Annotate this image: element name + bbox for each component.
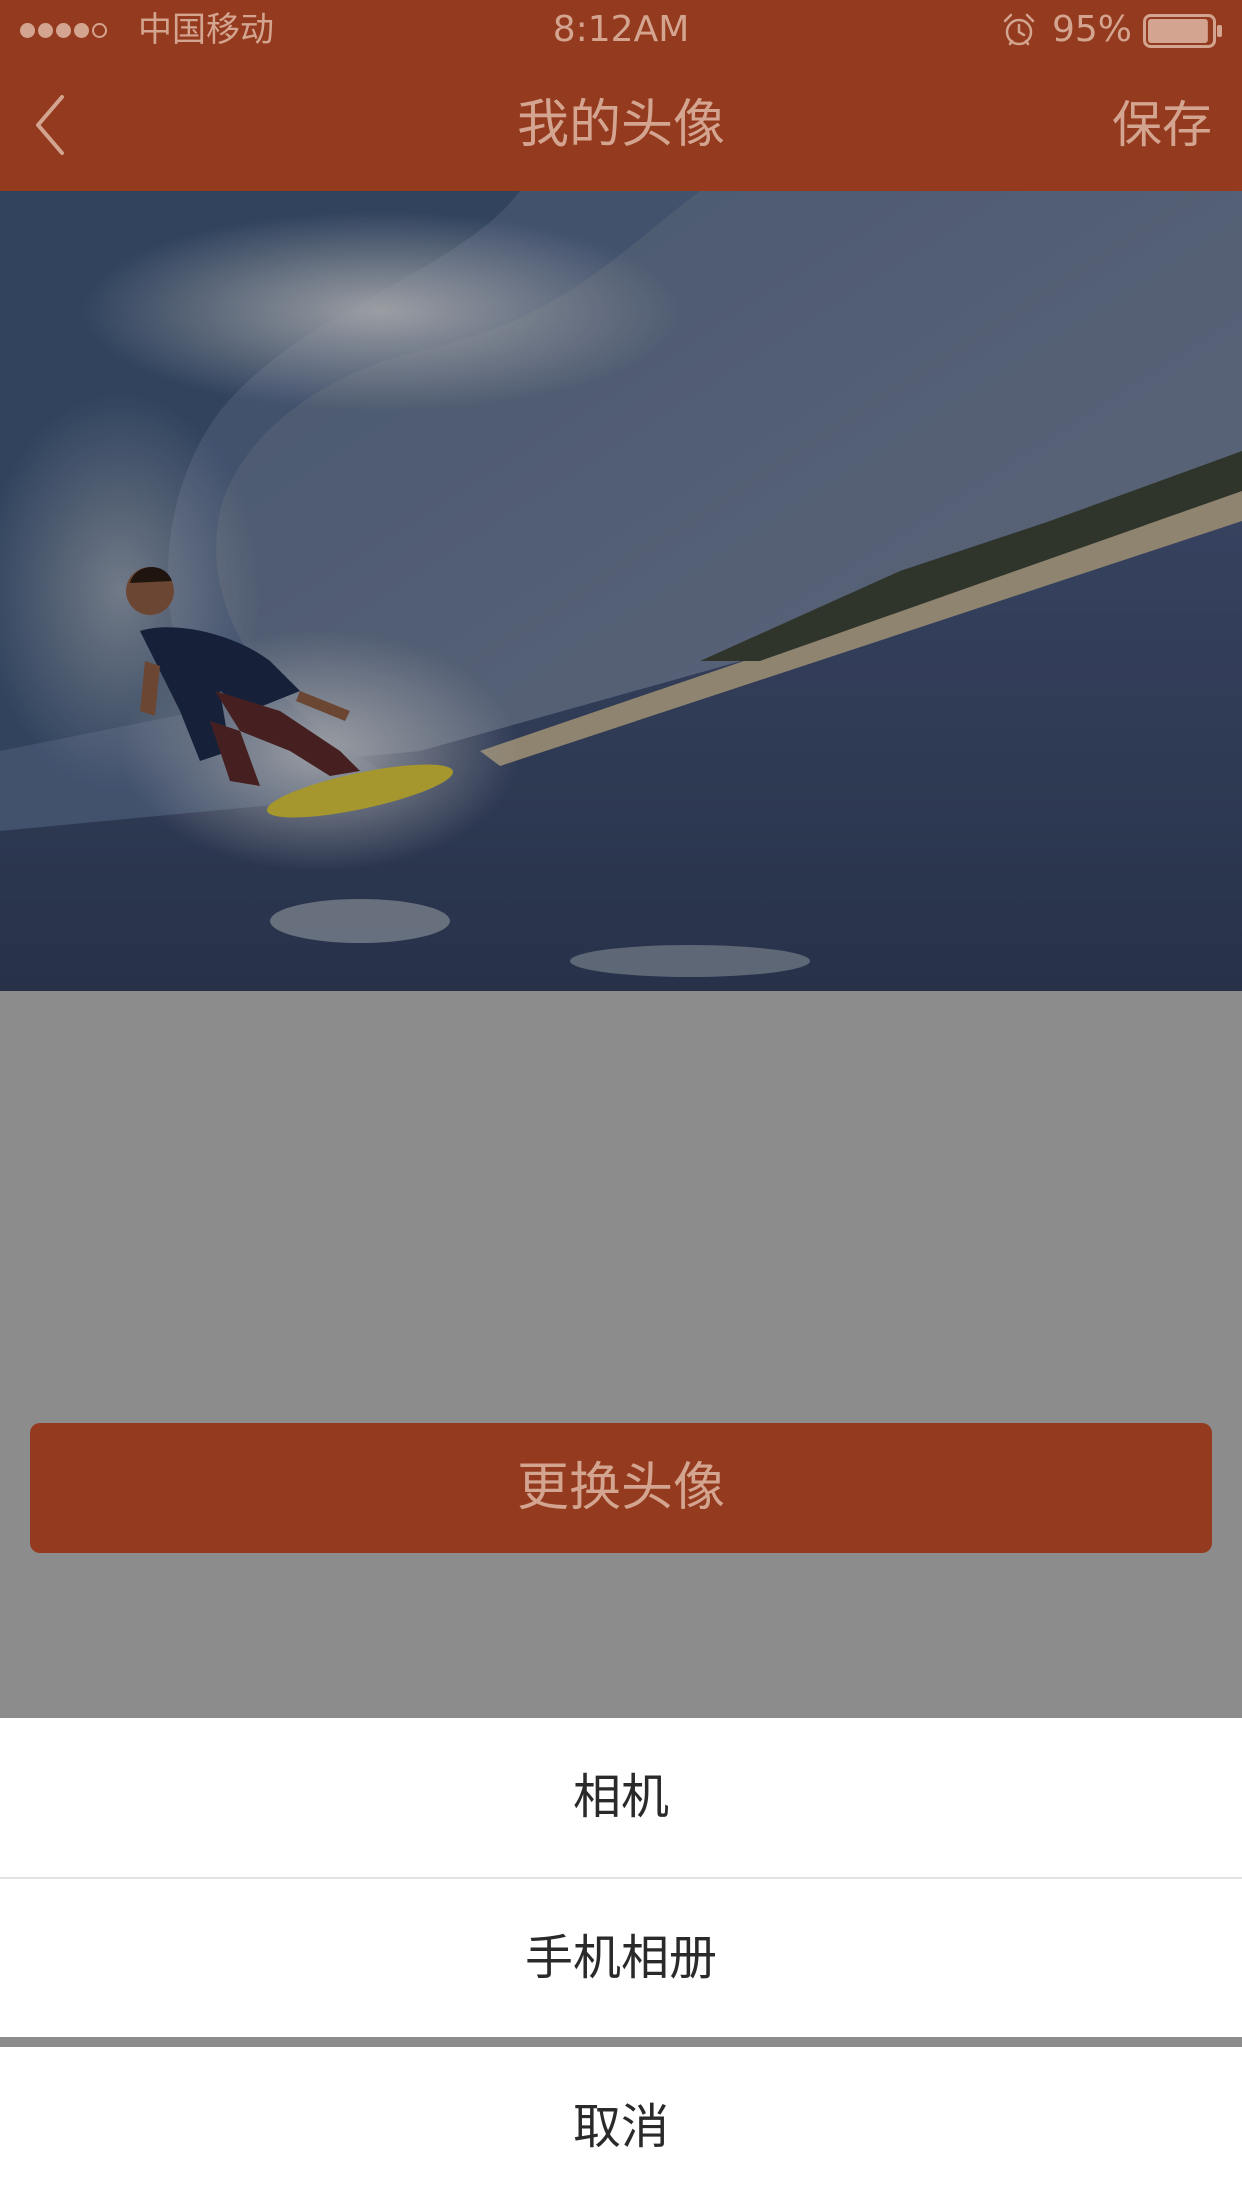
camera-option[interactable]: 相机 [0, 1718, 1242, 1877]
avatar-image [0, 191, 1242, 991]
header: 中国移动 8:12AM 95% 我的头像 保存 [0, 0, 1242, 191]
save-button[interactable]: 保存 [1112, 60, 1212, 191]
cancel-button[interactable]: 取消 [0, 2047, 1242, 2208]
action-sheet: 相机 手机相册 取消 [0, 1718, 1242, 2208]
alarm-clock-icon [1001, 12, 1037, 48]
page-title: 我的头像 [516, 95, 725, 155]
status-bar: 中国移动 8:12AM 95% [0, 0, 1242, 60]
nav-bar: 我的头像 保存 [0, 60, 1242, 191]
battery-percent: 95% [1052, 9, 1133, 50]
photo-album-option[interactable]: 手机相册 [0, 1879, 1242, 2037]
battery-icon [1143, 14, 1223, 48]
change-avatar-button[interactable]: 更换头像 [30, 1423, 1212, 1553]
